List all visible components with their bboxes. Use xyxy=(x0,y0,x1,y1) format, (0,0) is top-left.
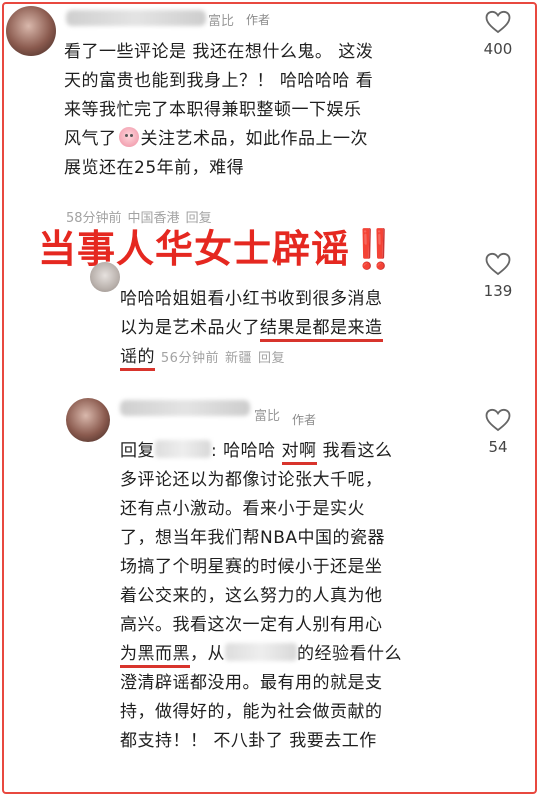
underlined-text: 结果是都是来造 xyxy=(260,318,383,342)
headline-overlay: 当事人华女士辟谣‼️ xyxy=(38,227,399,271)
like-count: 139 xyxy=(483,282,513,300)
comment-location: 新疆 xyxy=(224,351,252,366)
username-tail[interactable]: 富比 xyxy=(208,10,234,29)
author-badge: 作者 xyxy=(246,13,271,27)
blurred-username xyxy=(66,10,206,26)
comment-body: 回复: 哈哈哈 对啊 我看这么 多评论还以为都像讨论张大千呢， 还有点小激动。看… xyxy=(120,440,402,751)
like-button[interactable]: 400 xyxy=(468,10,528,58)
heart-icon xyxy=(485,408,511,432)
underlined-text: 为黑而黑 xyxy=(120,644,190,668)
blurred-username xyxy=(155,440,211,458)
avatar[interactable] xyxy=(90,262,120,292)
username-tail[interactable]: 富比 xyxy=(254,405,280,424)
like-button[interactable]: 54 xyxy=(468,408,528,456)
like-button[interactable]: 139 xyxy=(468,252,528,300)
underlined-text: 谣的 xyxy=(120,347,155,371)
blurred-text xyxy=(225,643,297,661)
heart-icon xyxy=(485,10,511,34)
emoji-icon xyxy=(118,127,139,147)
avatar[interactable] xyxy=(66,398,110,442)
like-count: 54 xyxy=(488,438,508,456)
author-badge: 作者 xyxy=(292,413,317,427)
comment-body: 哈哈哈姐姐看小红书收到很多消息 以为是艺术品火了结果是都是来造 谣的 56分钟前… xyxy=(120,285,383,373)
underlined-text: 对啊 xyxy=(281,441,317,465)
heart-icon xyxy=(485,252,511,276)
reply-link[interactable]: 回复 xyxy=(258,351,285,366)
blurred-username xyxy=(120,400,250,416)
comment-time: 56分钟前 xyxy=(160,351,219,366)
comment-body: 看了一些评论是 我还在想什么鬼。 这泼 天的富贵也能到我身上？！ 哈哈哈哈 看 … xyxy=(64,42,374,178)
avatar[interactable] xyxy=(6,6,56,56)
like-count: 400 xyxy=(483,40,513,58)
